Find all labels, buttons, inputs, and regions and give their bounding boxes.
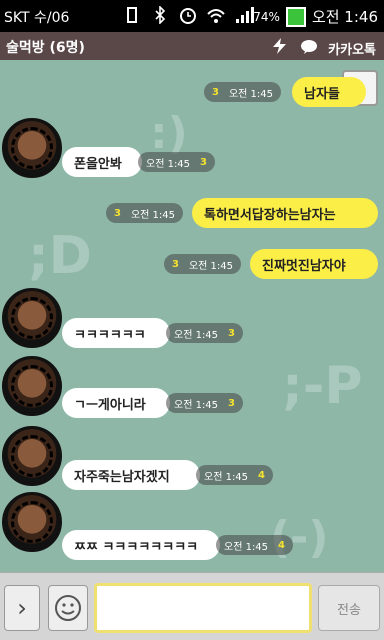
unread-count: 4 <box>278 539 286 551</box>
message-time: 오전 1:45 <box>130 209 176 221</box>
status-bar: SKT 수/06 74% 오전 1:46 <box>0 0 384 32</box>
signal-icon <box>234 5 254 25</box>
flash-icon[interactable] <box>270 37 290 59</box>
message-bubble[interactable]: ㅋㅋㅋㅋㅋㅋ <box>62 318 170 348</box>
message-time: 오전 1:45 <box>174 399 219 411</box>
message-time: 오전 1:45 <box>204 471 249 483</box>
unread-count: 3 <box>212 86 219 98</box>
message-bubble[interactable]: 자주죽는남자겠지 <box>62 460 200 490</box>
chat-header: 술먹방 (6명) 카카오톡 <box>0 32 384 60</box>
usb-icon <box>122 5 142 25</box>
bluetooth-icon <box>150 5 170 25</box>
message-bubble[interactable]: 톡하면서답장하는남자는 <box>192 198 378 228</box>
date-label: 수/06 <box>34 10 70 26</box>
room-title: 술먹방 (6명) <box>6 40 85 56</box>
header-right: 카카오톡 <box>270 37 376 59</box>
unread-count: 3 <box>200 156 208 168</box>
message-bubble[interactable]: ㅉㅉ ㅋㅋㅋㅋㅋㅋㅋㅋ <box>62 530 220 560</box>
avatar[interactable] <box>2 356 62 416</box>
message-time: 오전 1:45 <box>188 260 234 272</box>
input-bar: › 전송 <box>0 572 384 640</box>
message-meta: 오전 1:45 4 <box>196 465 274 485</box>
message-meta: 3 오전 1:45 <box>204 82 282 102</box>
message-input[interactable] <box>94 583 312 633</box>
message-meta: 오전 1:45 4 <box>216 535 294 555</box>
status-icons <box>122 5 254 25</box>
emoticon-button[interactable] <box>48 585 88 631</box>
avatar[interactable] <box>2 492 62 552</box>
avatar[interactable] <box>2 288 62 348</box>
unread-count: 3 <box>172 258 179 270</box>
message-bubble[interactable]: 남자들 <box>292 77 366 107</box>
avatar[interactable] <box>2 426 62 486</box>
unread-count: 3 <box>114 207 121 219</box>
message-bubble[interactable]: 진짜멋진남자야 <box>250 249 378 279</box>
message-bubble[interactable]: 폰을안봐 <box>62 147 142 177</box>
message-meta: 오전 1:45 3 <box>166 323 244 343</box>
bg-emoticon-3: ;-P <box>282 356 363 416</box>
message-time: 오전 1:45 <box>146 158 191 170</box>
wifi-icon <box>206 5 226 25</box>
unread-count: 3 <box>228 327 236 339</box>
smiley-icon <box>55 595 81 621</box>
unread-count: 3 <box>228 397 236 409</box>
clock: 오전 1:46 <box>311 8 378 26</box>
expand-menu-button[interactable]: › <box>4 585 40 631</box>
message-meta: 오전 1:45 3 <box>166 393 244 413</box>
chevron-right-icon: › <box>17 594 27 622</box>
message-time: 오전 1:45 <box>174 329 219 341</box>
avatar[interactable] <box>2 118 62 178</box>
kakao-logo-icon <box>300 38 318 58</box>
chat-area[interactable]: :) ;D ;-P (-) 3 오전 1:45 남자들 폰을안봐 오전 1:45… <box>0 60 384 572</box>
message-time: 오전 1:45 <box>224 541 269 553</box>
message-bubble[interactable]: ㄱㅡ게아니라 <box>62 388 170 418</box>
battery-percent: 74% <box>253 9 280 24</box>
status-left: SKT 수/06 <box>4 7 69 27</box>
carrier-label: SKT <box>4 10 30 26</box>
battery-icon <box>285 6 306 27</box>
bg-emoticon-2: ;D <box>28 226 92 286</box>
message-meta: 3 오전 1:45 <box>164 254 242 274</box>
status-right: 74% 오전 1:46 <box>253 6 378 27</box>
message-meta: 3 오전 1:45 <box>106 203 184 223</box>
send-button[interactable]: 전송 <box>318 585 380 631</box>
alarm-icon <box>178 5 198 25</box>
message-time: 오전 1:45 <box>228 88 274 100</box>
unread-count: 4 <box>258 469 266 481</box>
brand-label: 카카오톡 <box>328 42 376 58</box>
message-meta: 오전 1:45 3 <box>138 152 216 172</box>
